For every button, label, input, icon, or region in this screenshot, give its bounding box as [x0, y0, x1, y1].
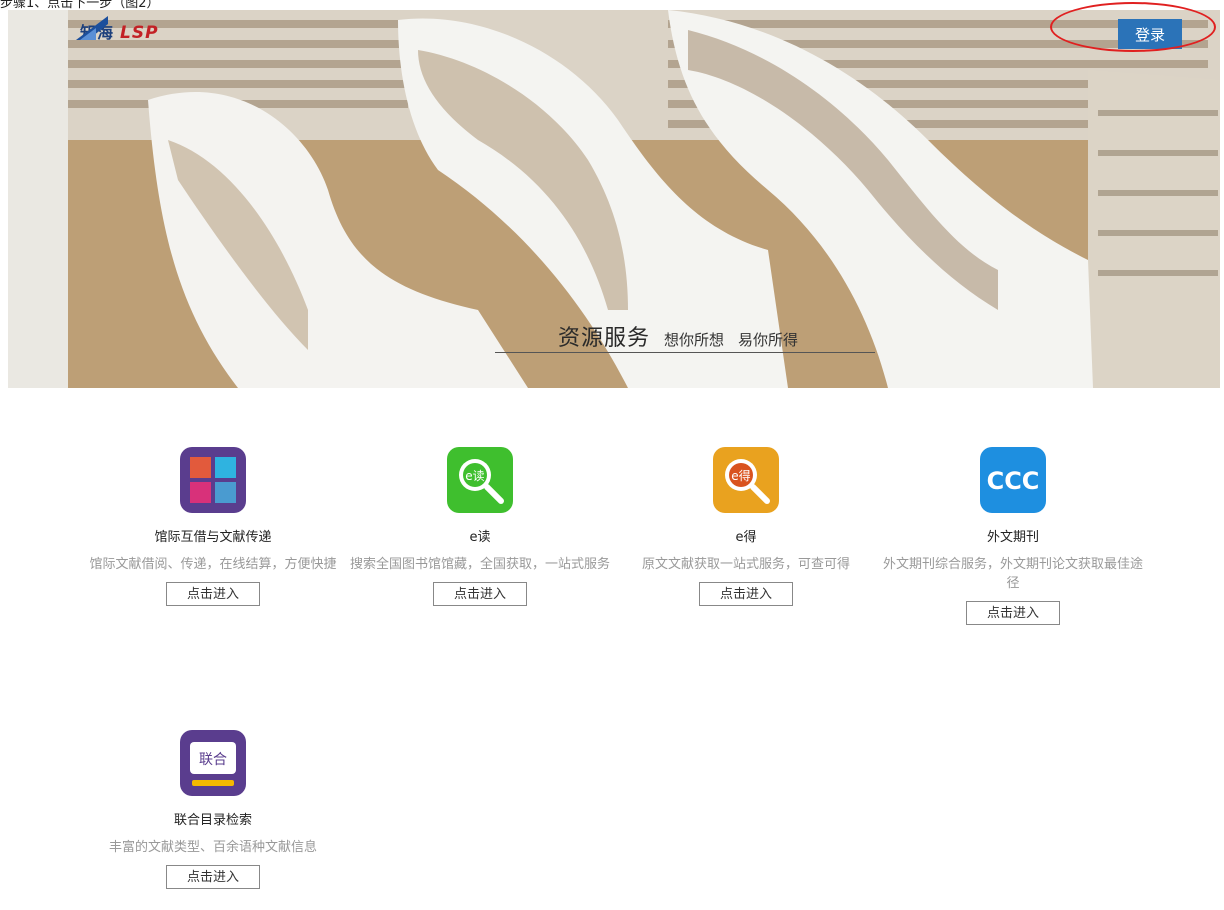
service-desc: 搜索全国图书馆馆藏，全国获取，一站式服务 — [349, 557, 610, 572]
enter-button[interactable]: 点击进入 — [166, 582, 260, 606]
svg-text:联合: 联合 — [199, 752, 227, 768]
service-card-foreign-journals: CCC 外文期刊 外文期刊综合服务，外文期刊论文获取最佳途径 点击进入 — [878, 447, 1148, 625]
ccc-icon[interactable]: CCC — [980, 447, 1046, 513]
slogan-sub1: 想你所想 — [664, 331, 725, 349]
slogan-underline — [495, 352, 875, 353]
service-desc: 馆际文献借阅、传递，在线结算，方便快捷 — [89, 557, 337, 572]
service-card-union-catalog: 联合 联合目录检索 丰富的文献类型、百余语种文献信息 点击进入 — [78, 730, 348, 889]
enter-button[interactable]: 点击进入 — [966, 601, 1060, 625]
slogan: 资源服务 想你所想 易你所得 — [558, 320, 798, 352]
svg-text:CCC: CCC — [987, 467, 1040, 495]
svg-text:e得: e得 — [731, 468, 750, 483]
enter-button[interactable]: 点击进入 — [166, 865, 260, 889]
caption-strip: 步骤1、点击下一步（图2） — [0, 0, 1224, 11]
service-title: 馆际互借与文献传递 — [154, 530, 272, 545]
enter-button[interactable]: 点击进入 — [699, 582, 793, 606]
grid-icon[interactable] — [180, 447, 246, 513]
service-title: e读 — [469, 530, 491, 545]
service-desc: 外文期刊综合服务，外文期刊论文获取最佳途径 — [882, 557, 1143, 591]
login-highlight-circle — [1050, 2, 1216, 52]
service-title: 外文期刊 — [986, 530, 1039, 545]
enter-button[interactable]: 点击进入 — [433, 582, 527, 606]
slogan-main: 资源服务 — [558, 326, 651, 351]
service-card-ede: e得 e得 原文文献获取一站式服务，可查可得 点击进入 — [611, 447, 881, 606]
logo-icon — [76, 16, 108, 40]
service-title: e得 — [735, 530, 757, 545]
service-card-eread: e读 e读 搜索全国图书馆馆藏，全国获取，一站式服务 点击进入 — [345, 447, 615, 606]
e-read-search-icon[interactable]: e读 — [447, 447, 513, 513]
site-logo[interactable]: 知海LSP — [76, 16, 159, 46]
service-card-ill: 馆际互借与文献传递 馆际文献借阅、传递，在线结算，方便快捷 点击进入 — [78, 447, 348, 606]
service-desc: 丰富的文献类型、百余语种文献信息 — [108, 840, 317, 855]
slogan-sub2: 易你所得 — [738, 331, 799, 349]
svg-text:e读: e读 — [465, 469, 484, 483]
service-desc: 原文文献获取一站式服务，可查可得 — [641, 557, 850, 572]
hero-banner: 知海LSP 登录 资源服务 想你所想 易你所得 — [8, 10, 1220, 388]
union-catalog-icon[interactable]: 联合 — [180, 730, 246, 796]
e-de-search-icon[interactable]: e得 — [713, 447, 779, 513]
service-title: 联合目录检索 — [173, 813, 252, 828]
